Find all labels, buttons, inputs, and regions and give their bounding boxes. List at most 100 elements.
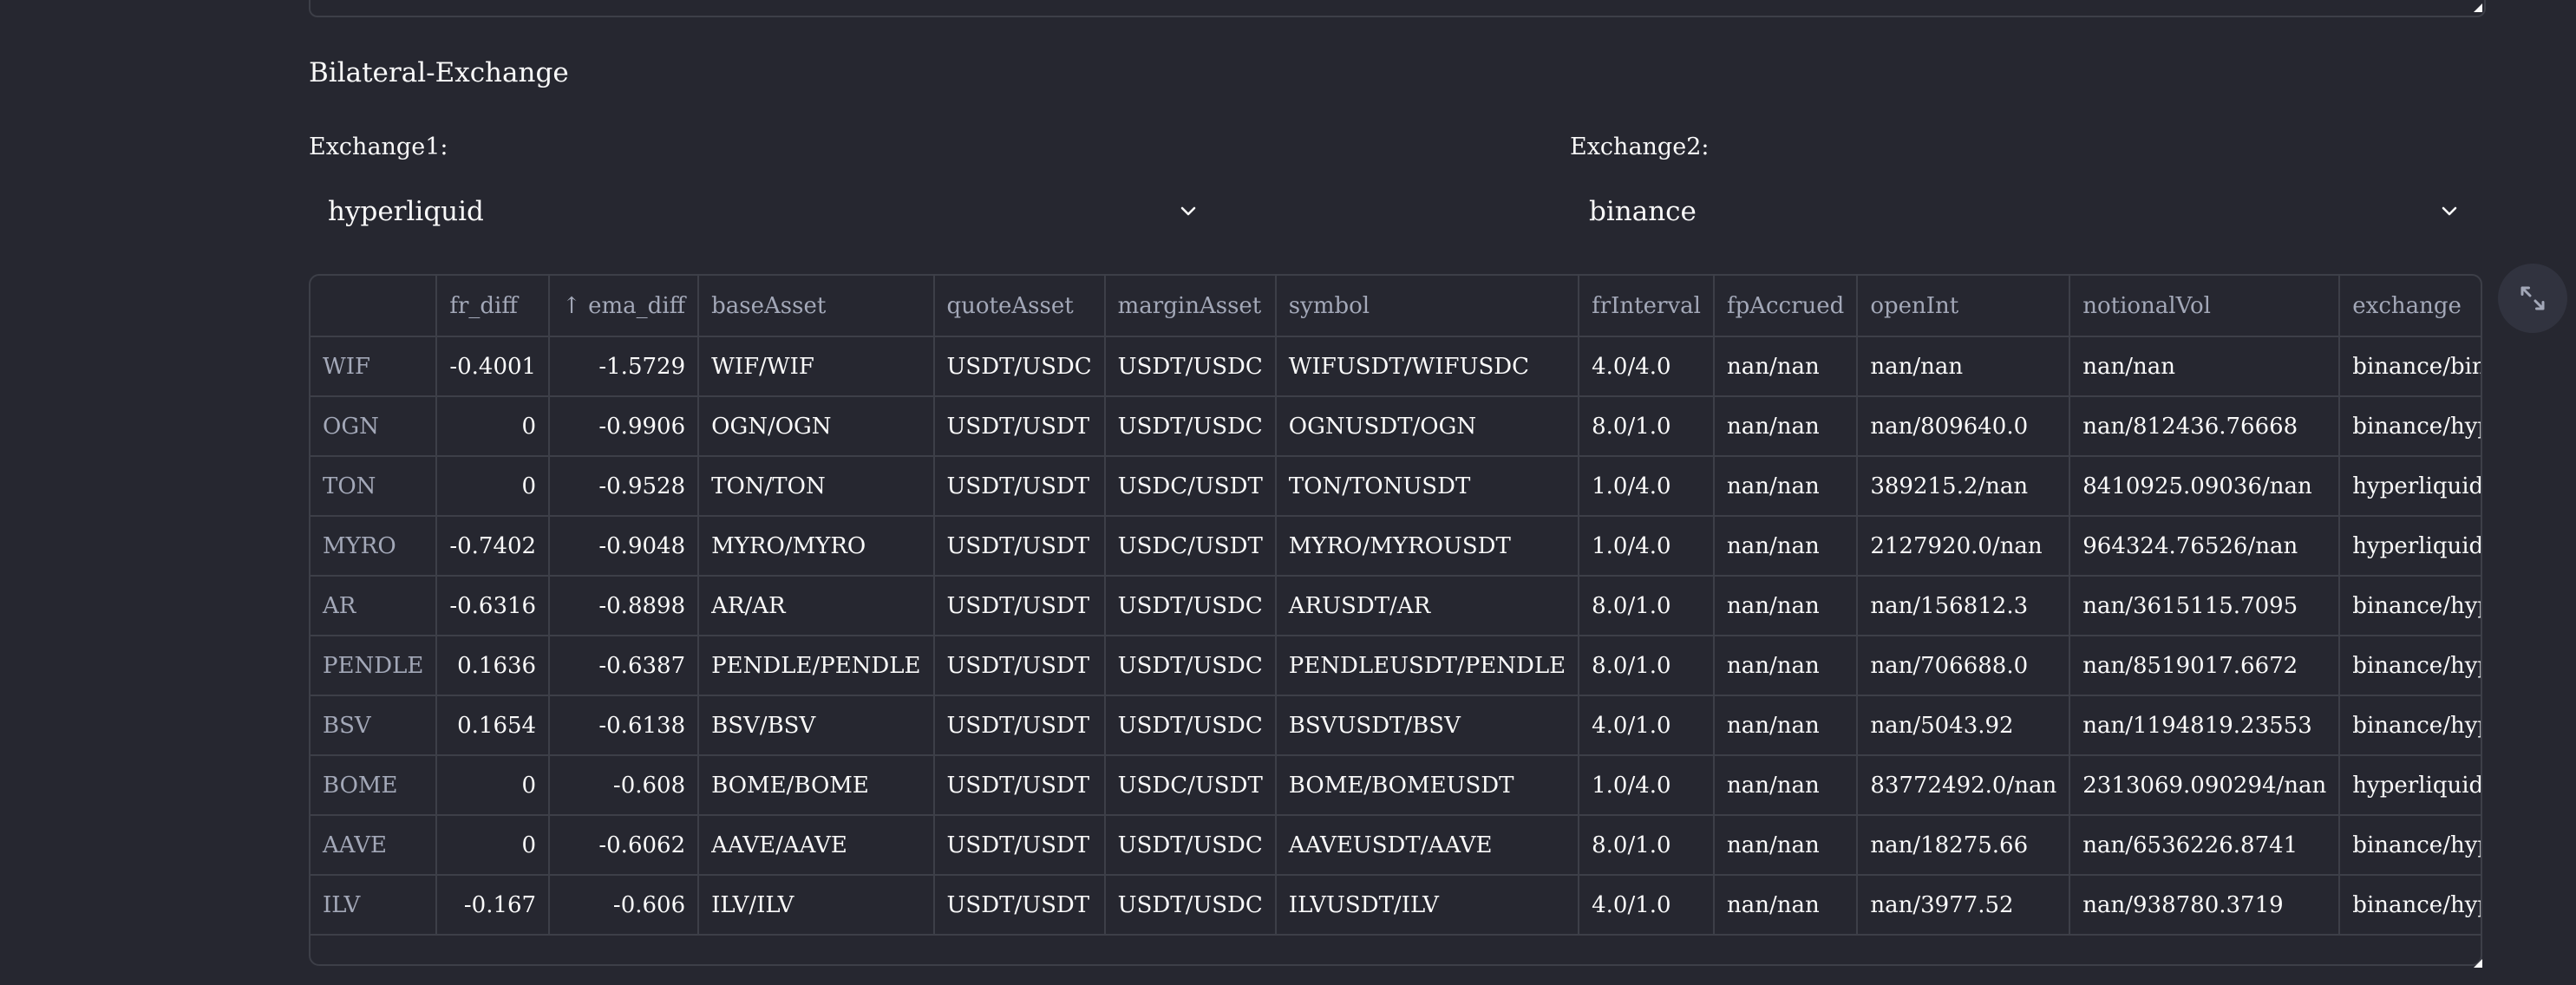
table-cell[interactable]: nan/938780.3719: [2069, 875, 2341, 936]
table-cell[interactable]: USDT/USDT: [933, 815, 1106, 876]
table-cell[interactable]: nan/nan: [1713, 576, 1859, 636]
table-cell[interactable]: 2313069.090294/nan: [2069, 755, 2341, 816]
table-cell[interactable]: USDT/USDC: [933, 336, 1106, 397]
table-cell[interactable]: nan/8519017.6672: [2069, 636, 2341, 696]
table-cell[interactable]: USDT/USDC: [1104, 576, 1277, 636]
table-row[interactable]: AR -0.6316 -0.8898 AR/AR USDT/USDT USDT/USDC A…: [311, 576, 2481, 636]
column-header[interactable]: fr_diff: [436, 276, 551, 337]
column-header[interactable]: marginAsset: [1104, 276, 1277, 337]
table-cell[interactable]: WIFUSDT/WIFUSDC: [1275, 336, 1580, 397]
resize-handle[interactable]: [2472, 957, 2482, 968]
table-cell[interactable]: binance/hyperliquid: [2339, 875, 2481, 936]
table-cell[interactable]: USDT/USDT: [933, 396, 1106, 457]
table-cell[interactable]: nan/nan: [1713, 755, 1859, 816]
column-header[interactable]: openInt: [1857, 276, 2071, 337]
row-index-cell[interactable]: BSV: [311, 695, 438, 756]
table-cell[interactable]: nan/156812.3: [1857, 576, 2071, 636]
fullscreen-button[interactable]: [2498, 264, 2567, 333]
table-cell[interactable]: 2127920.0/nan: [1857, 516, 2071, 577]
table-cell[interactable]: nan/nan: [1713, 396, 1859, 457]
table-row[interactable]: OGN 0 -0.9906 OGN/OGN USDT/USDT USDT/USDC OGNU…: [311, 396, 2481, 457]
table-cell[interactable]: -0.608: [549, 755, 700, 816]
row-index-cell[interactable]: MYRO: [311, 516, 438, 577]
table-cell[interactable]: nan/nan: [1713, 336, 1859, 397]
table-cell[interactable]: BOME/BOMEUSDT: [1275, 755, 1580, 816]
table-cell[interactable]: binance/hyperliquid: [2339, 695, 2481, 756]
table-cell[interactable]: AAVEUSDT/AAVE: [1275, 815, 1580, 876]
table-cell[interactable]: nan/nan: [1857, 336, 2071, 397]
dataframe[interactable]: fr_diff ↑ ema_diff baseAsset quoteAsset marg…: [309, 274, 2482, 966]
table-cell[interactable]: USDC/USDT: [1104, 456, 1277, 517]
table-cell[interactable]: -0.9906: [549, 396, 700, 457]
table-cell[interactable]: ILV/ILV: [698, 875, 935, 936]
table-cell[interactable]: 4.0/1.0: [1579, 875, 1715, 936]
table-cell[interactable]: nan/nan: [1713, 516, 1859, 577]
table-cell[interactable]: 4.0/4.0: [1579, 336, 1715, 397]
table-cell[interactable]: binance/hyperliquid: [2339, 576, 2481, 636]
table-cell[interactable]: USDT/USDT: [933, 576, 1106, 636]
table-cell[interactable]: USDT/USDC: [1104, 875, 1277, 936]
column-header[interactable]: symbol: [1275, 276, 1580, 337]
table-cell[interactable]: 0: [436, 815, 551, 876]
column-header[interactable]: quoteAsset: [933, 276, 1106, 337]
table-cell[interactable]: 8.0/1.0: [1579, 576, 1715, 636]
table-cell[interactable]: 83772492.0/nan: [1857, 755, 2071, 816]
table-cell[interactable]: nan/1194819.23553: [2069, 695, 2341, 756]
row-index-cell[interactable]: AR: [311, 576, 438, 636]
row-index-cell[interactable]: ILV: [311, 875, 438, 936]
table-cell[interactable]: 0: [436, 396, 551, 457]
table-cell[interactable]: TON/TON: [698, 456, 935, 517]
table-cell[interactable]: hyperliquid/binance: [2339, 755, 2481, 816]
table-cell[interactable]: BOME/BOME: [698, 755, 935, 816]
table-cell[interactable]: USDT/USDC: [1104, 636, 1277, 696]
table-cell[interactable]: 0: [436, 755, 551, 816]
table-row[interactable]: PENDLE 0.1636 -0.6387 PENDLE/PENDLE USDT/USD…: [311, 636, 2481, 696]
table-cell[interactable]: nan/6536226.8741: [2069, 815, 2341, 876]
table-cell[interactable]: USDT/USDC: [1104, 695, 1277, 756]
table-cell[interactable]: -1.5729: [549, 336, 700, 397]
table-cell[interactable]: nan/809640.0: [1857, 396, 2071, 457]
exchange1-select[interactable]: hyperliquid: [309, 182, 1216, 241]
table-cell[interactable]: nan/812436.76668: [2069, 396, 2341, 457]
table-cell[interactable]: -0.9048: [549, 516, 700, 577]
column-header[interactable]: baseAsset: [698, 276, 935, 337]
table-cell[interactable]: hyperliquid/binance: [2339, 516, 2481, 577]
row-index-cell[interactable]: TON: [311, 456, 438, 517]
table-cell[interactable]: 1.0/4.0: [1579, 755, 1715, 816]
table-cell[interactable]: USDT/USDT: [933, 456, 1106, 517]
table-cell[interactable]: nan/nan: [1713, 456, 1859, 517]
table-cell[interactable]: MYRO/MYROUSDT: [1275, 516, 1580, 577]
table-cell[interactable]: -0.4001: [436, 336, 551, 397]
row-index-cell[interactable]: WIF: [311, 336, 438, 397]
table-cell[interactable]: 389215.2/nan: [1857, 456, 2071, 517]
resize-handle[interactable]: [2472, 2, 2482, 12]
table-cell[interactable]: binance/hyperliquid: [2339, 636, 2481, 696]
column-header[interactable]: ↑ ema_diff: [549, 276, 700, 337]
table-row[interactable]: ILV -0.167 -0.606 ILV/ILV USDT/USDT USDT/USDC…: [311, 875, 2481, 936]
table-cell[interactable]: ILVUSDT/ILV: [1275, 875, 1580, 936]
table-cell[interactable]: -0.6387: [549, 636, 700, 696]
table-cell[interactable]: -0.8898: [549, 576, 700, 636]
table-cell[interactable]: nan/nan: [1713, 815, 1859, 876]
table-cell[interactable]: USDT/USDT: [933, 636, 1106, 696]
table-cell[interactable]: binance/hyperliquid: [2339, 815, 2481, 876]
table-cell[interactable]: 0.1654: [436, 695, 551, 756]
index-header[interactable]: [311, 276, 438, 337]
table-cell[interactable]: 8410925.09036/nan: [2069, 456, 2341, 517]
table-cell[interactable]: TON/TONUSDT: [1275, 456, 1580, 517]
table-cell[interactable]: OGNUSDT/OGN: [1275, 396, 1580, 457]
table-cell[interactable]: PENDLE/PENDLE: [698, 636, 935, 696]
table-cell[interactable]: 1.0/4.0: [1579, 516, 1715, 577]
table-cell[interactable]: 0: [436, 456, 551, 517]
table-cell[interactable]: binance/hyperliquid: [2339, 396, 2481, 457]
table-cell[interactable]: -0.6062: [549, 815, 700, 876]
table-cell[interactable]: binance/binance: [2339, 336, 2481, 397]
table-cell[interactable]: USDT/USDT: [933, 755, 1106, 816]
table-cell[interactable]: -0.6138: [549, 695, 700, 756]
row-index-cell[interactable]: OGN: [311, 396, 438, 457]
table-cell[interactable]: USDT/USDT: [933, 516, 1106, 577]
table-cell[interactable]: nan/18275.66: [1857, 815, 2071, 876]
table-cell[interactable]: AAVE/AAVE: [698, 815, 935, 876]
table-cell[interactable]: 0.1636: [436, 636, 551, 696]
table-row[interactable]: BSV 0.1654 -0.6138 BSV/BSV USDT/USDT USDT/USD…: [311, 695, 2481, 756]
